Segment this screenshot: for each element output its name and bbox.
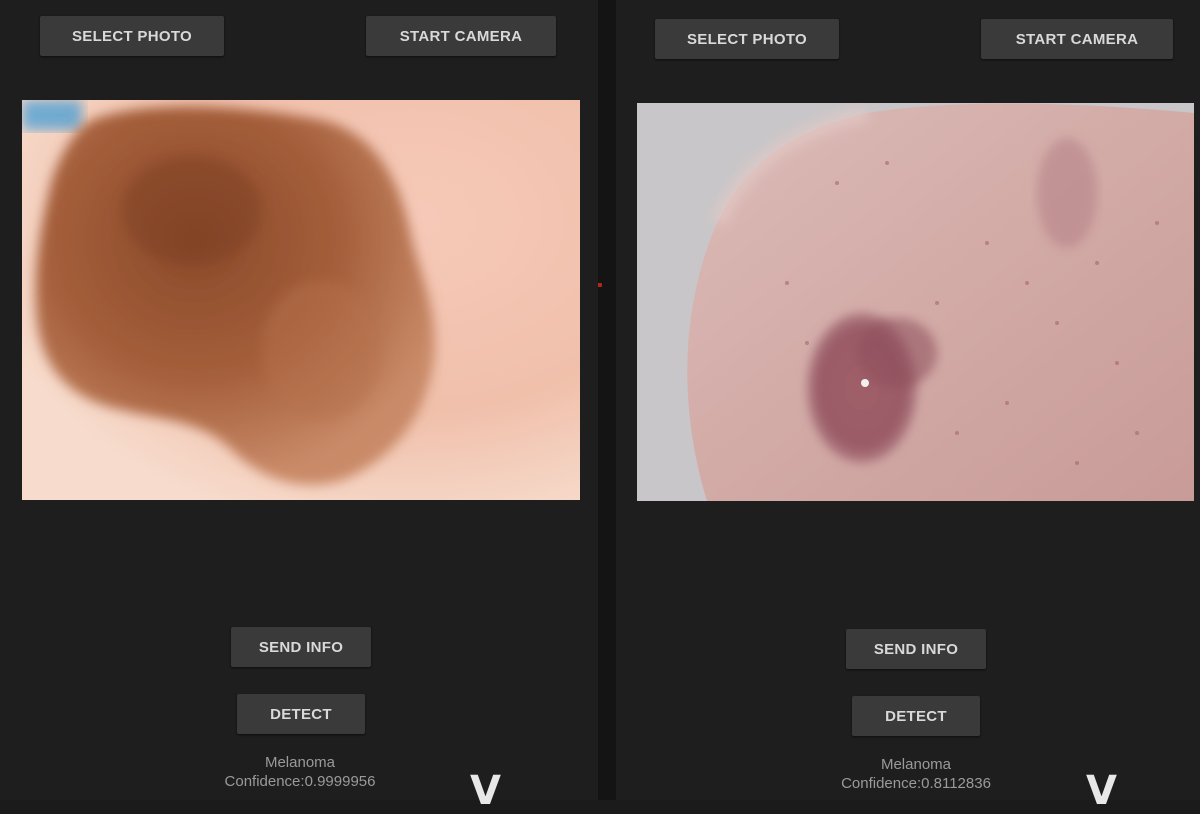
app-screen-left: SELECT PHOTO START CAMERA SEND INFO DETE… — [0, 0, 598, 814]
watermark-logo: V — [470, 768, 501, 814]
result-class: Melanoma — [264, 754, 336, 771]
shoulder-lesion-image — [637, 103, 1194, 501]
result-confidence: Confidence:0.9999956 — [224, 773, 376, 790]
send-info-button[interactable]: SEND INFO — [231, 627, 371, 667]
send-info-button[interactable]: SEND INFO — [846, 629, 986, 669]
select-photo-button[interactable]: SELECT PHOTO — [655, 19, 839, 59]
panel-divider — [598, 0, 616, 800]
start-camera-button[interactable]: START CAMERA — [366, 16, 556, 56]
app-screen-right: SELECT PHOTO START CAMERA SEND INFO DETE… — [616, 0, 1200, 814]
start-camera-button[interactable]: START CAMERA — [981, 19, 1173, 59]
selected-photo-mole — [22, 100, 580, 500]
watermark-logo: V — [1086, 768, 1117, 814]
result-confidence: Confidence:0.8112836 — [841, 775, 991, 792]
detect-button[interactable]: DETECT — [237, 694, 365, 734]
detect-button[interactable]: DETECT — [852, 696, 980, 736]
detection-result: Melanoma Confidence:0.9999956 — [150, 753, 450, 791]
selected-photo-shoulder — [637, 103, 1194, 501]
result-class: Melanoma — [880, 756, 952, 773]
mole-image — [22, 100, 580, 500]
select-photo-button[interactable]: SELECT PHOTO — [40, 16, 224, 56]
detection-result: Melanoma Confidence:0.8112836 — [766, 755, 1066, 793]
